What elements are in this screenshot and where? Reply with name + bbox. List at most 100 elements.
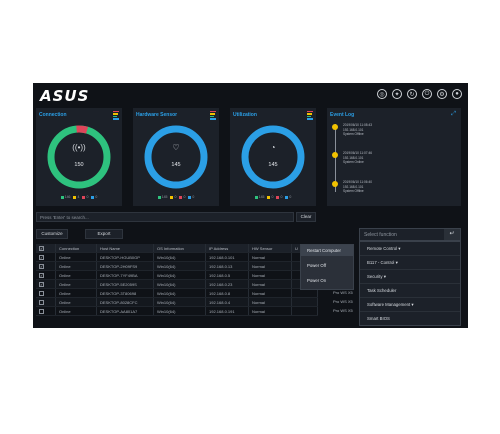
cell-os: Win10(64) [154, 280, 206, 288]
top-bar: ASUS ◎ ✦ ↻ ⏻ ⚙ ● [33, 83, 468, 105]
cell-host: DESKTOP-8028CFC [97, 298, 154, 306]
broadcast-icon: ((•)) [72, 143, 86, 152]
function-select[interactable]: Select function ↵ [359, 228, 461, 241]
heart-pulse-icon: ♡ [172, 143, 180, 152]
bar-chart-icon [307, 111, 313, 121]
clear-button[interactable]: Clear [296, 212, 316, 222]
select-all-header[interactable] [36, 244, 56, 252]
row-checkbox[interactable] [39, 291, 44, 296]
hardware-sensor-value: 145 [171, 162, 181, 168]
table-row[interactable]: Online DESKTOP-8028CFC Win10(64) 192.168… [36, 298, 318, 307]
menu-item-task-scheduler[interactable]: Task Scheduler [360, 284, 460, 298]
menu-item-security[interactable]: Security ▾ [360, 270, 460, 284]
settings-icon[interactable]: ⚙ [437, 89, 447, 99]
cell-product: Pro WS X5 [333, 308, 353, 313]
table-header: Connection Host Name OS Information IP A… [36, 244, 318, 253]
header-ip-address[interactable]: IP Address [206, 244, 249, 252]
event-msg: System Offline [343, 189, 364, 194]
table-row[interactable]: Online DESKTOP-HGUB0GP Win10(64) 192.168… [36, 253, 318, 262]
power-icon[interactable]: ⏻ [422, 89, 432, 99]
connection-ring: ((•)) 150 [46, 124, 112, 190]
cell-connection: Online [56, 271, 97, 279]
utilization-card: Utilization ◔ 145 145 0 0 0 [230, 108, 316, 206]
menu-item-software-management[interactable]: Software Management ▾ [360, 298, 460, 312]
cell-ip: 192.168.0.5 [206, 271, 249, 279]
cell-connection: Online [56, 280, 97, 288]
row-checkbox[interactable] [39, 280, 44, 288]
menu-item-power-on[interactable]: Power On [301, 275, 353, 286]
cell-connection: Online [56, 253, 97, 261]
cell-os: Win10(64) [154, 289, 206, 297]
cell-connection: Online [56, 262, 97, 270]
menu-item-power-off[interactable]: Power Off [301, 260, 353, 271]
cell-ip: 192.168.0.13 [206, 262, 249, 270]
event-msg: System Online [343, 160, 364, 165]
event-time: 2019/06/10 11:07:46 [343, 151, 373, 155]
menu-item-b117-control[interactable]: B117 - Control ▾ [360, 256, 460, 270]
event-time: 2019/06/10 11:08:43 [343, 123, 373, 127]
cell-host: DESKTOP-7YF49BA [97, 271, 154, 279]
cell-ip: 192.168.0.101 [206, 253, 249, 261]
event-msg: System Offline [343, 132, 364, 137]
header-connection[interactable]: Connection [56, 244, 97, 252]
menu-item-restart-computer[interactable]: Restart Computer [301, 245, 353, 256]
event-log-panel: Event Log ⤢ 2019/06/10 11:08:43 192.168.… [327, 108, 461, 206]
utilization-ring: ◔ 145 [240, 124, 306, 190]
header-hw-sensor[interactable]: HW Sensor [249, 244, 292, 252]
table-row[interactable]: Online DESKTOP-5E2059S Win10(64) 192.168… [36, 280, 318, 289]
cell-connection: Online [56, 289, 97, 297]
event-dot [332, 152, 338, 158]
select-all-checkbox[interactable] [39, 244, 44, 252]
table-row[interactable]: Online DESKTOP-7YF49BA Win10(64) 192.168… [36, 271, 318, 280]
cell-os: Win10(64) [154, 271, 206, 279]
card-title: Connection [39, 112, 67, 118]
row-checkbox[interactable] [39, 309, 44, 314]
row-checkbox[interactable] [39, 262, 44, 270]
utilization-value: 145 [268, 162, 278, 168]
hardware-sensor-ring: ♡ 145 [143, 124, 209, 190]
cell-host: DESKTOP-HGUB0GP [97, 253, 154, 261]
table-row[interactable]: Online DESKTOP-3T80698 Win10(64) 192.168… [36, 289, 318, 298]
cell-os: Win10(64) [154, 262, 206, 270]
card-title: Utilization [233, 112, 257, 118]
row-checkbox[interactable] [39, 271, 44, 279]
hardware-sensor-card: Hardware Sensor ♡ 145 145 0 0 0 [133, 108, 219, 206]
cell-utilization [292, 289, 318, 297]
menu-item-smart-bios[interactable]: Smart BIOS [360, 312, 460, 325]
cell-os: Win10(64) [154, 298, 206, 306]
table-row[interactable]: Online DESKTOP-AA801A7 Win10(64) 192.168… [36, 307, 318, 316]
device-table: Connection Host Name OS Information IP A… [36, 244, 318, 316]
gear-icon[interactable]: ✦ [392, 89, 402, 99]
user-icon[interactable]: ● [452, 89, 462, 99]
export-button[interactable]: Export [85, 229, 123, 239]
customize-button[interactable]: Customize [36, 229, 68, 239]
globe-icon[interactable]: ◎ [377, 89, 387, 99]
cell-connection: Online [56, 298, 97, 306]
cell-utilization [292, 298, 318, 306]
header-host-name[interactable]: Host Name [97, 244, 154, 252]
enter-icon[interactable]: ↵ [444, 229, 460, 240]
row-checkbox[interactable] [39, 300, 44, 305]
search-input[interactable] [37, 213, 299, 221]
row-checkbox[interactable] [39, 253, 44, 261]
asus-logo: ASUS [40, 87, 90, 105]
cell-host: DESKTOP-5E2059S [97, 280, 154, 288]
refresh-icon[interactable]: ↻ [407, 89, 417, 99]
event-time: 2019/06/10 11:06:40 [343, 180, 373, 184]
hardware-sensor-legend: 145 0 0 0 [133, 195, 219, 199]
header-os-information[interactable]: OS Information [154, 244, 206, 252]
event-dot [332, 124, 338, 130]
cell-ip: 192.168.0.23 [206, 280, 249, 288]
cell-ip: 192.168.0.191 [206, 307, 249, 315]
cell-host: DESKTOP-3T80698 [97, 289, 154, 297]
cell-hw: Normal [249, 253, 292, 261]
cell-hw: Normal [249, 280, 292, 288]
cell-host: DESKTOP-AA801A7 [97, 307, 154, 315]
table-row[interactable]: Online DESKTOP-2H09FS9 Win10(64) 192.168… [36, 262, 318, 271]
cell-hw: Normal [249, 271, 292, 279]
cell-product: Pro WS X5 [333, 299, 353, 304]
event-log-title: Event Log [330, 112, 355, 118]
menu-item-remote-control[interactable]: Remote Control ▾ [360, 242, 460, 256]
expand-icon[interactable]: ⤢ [451, 111, 456, 118]
function-select-placeholder: Select function [364, 232, 397, 238]
